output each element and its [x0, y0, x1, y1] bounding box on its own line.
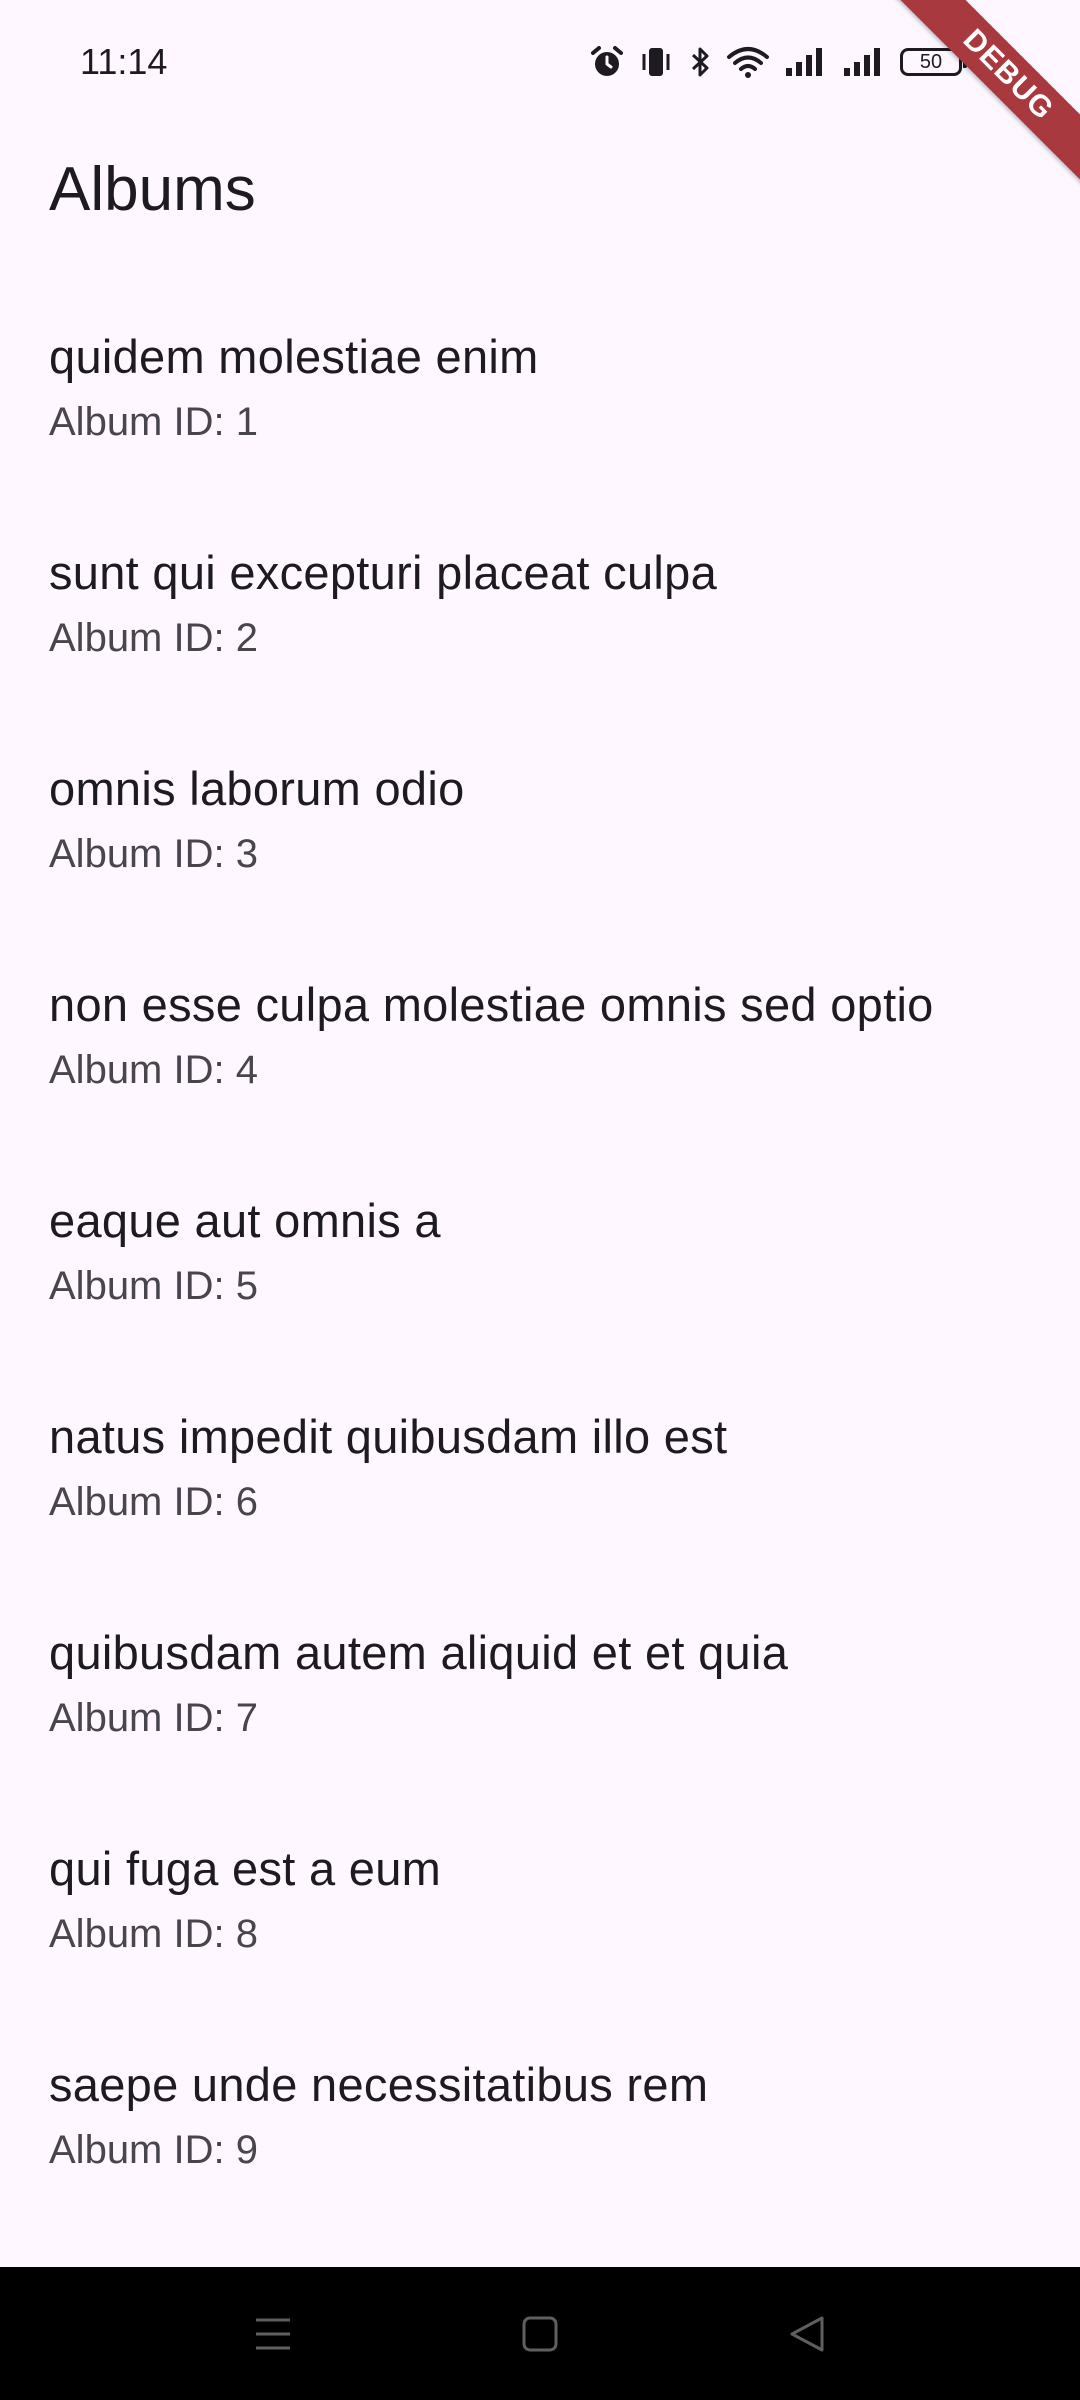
navigation-bar: [0, 2267, 1080, 2400]
screen: 11:14 50 DEBUG Albums quidem molestiae e…: [0, 0, 1080, 2400]
album-title: eaque aut omnis a: [49, 1194, 441, 1247]
album-title: quibusdam autem aliquid et et quia: [49, 1626, 789, 1679]
album-title: qui fuga est a eum: [49, 1842, 442, 1895]
album-id-label: Album ID: 4: [49, 1048, 258, 1092]
list-item[interactable]: natus impedit quibusdam illo est Album I…: [0, 1370, 1080, 1586]
app-bar: Albums: [0, 124, 1080, 264]
list-item[interactable]: non esse culpa molestiae omnis sed optio…: [0, 938, 1080, 1154]
back-icon[interactable]: [777, 2307, 837, 2361]
page-title: Albums: [49, 155, 256, 224]
list-item[interactable]: qui fuga est a eum Album ID: 8: [0, 1802, 1080, 2018]
album-title: omnis laborum odio: [49, 762, 465, 815]
album-id-label: Album ID: 5: [49, 1264, 258, 1308]
status-bar: 11:14 50: [0, 0, 1080, 124]
album-id-label: Album ID: 8: [49, 1912, 258, 1956]
album-title: quidem molestiae enim: [49, 330, 539, 383]
list-item[interactable]: quidem molestiae enim Album ID: 1: [0, 290, 1080, 506]
list-item[interactable]: eaque aut omnis a Album ID: 5: [0, 1154, 1080, 1370]
vibrate-icon: [638, 44, 674, 80]
album-title: natus impedit quibusdam illo est: [49, 1410, 728, 1463]
album-id-label: Album ID: 2: [49, 616, 258, 660]
album-title: sunt qui excepturi placeat culpa: [49, 546, 718, 599]
album-title: non esse culpa molestiae omnis sed optio: [49, 978, 934, 1031]
battery-level: 50: [919, 51, 943, 73]
album-id-label: Album ID: 3: [49, 832, 258, 876]
album-id-label: Album ID: 6: [49, 1480, 258, 1524]
home-icon[interactable]: [510, 2307, 570, 2361]
alarm-icon: [590, 45, 624, 79]
album-id-label: Album ID: 9: [49, 2128, 258, 2172]
album-id-label: Album ID: 1: [49, 400, 258, 444]
album-title: saepe unde necessitatibus rem: [49, 2058, 709, 2111]
status-time: 11:14: [80, 41, 168, 82]
menu-icon[interactable]: [243, 2307, 303, 2361]
status-icons: 50: [590, 40, 996, 84]
list-item[interactable]: quibusdam autem aliquid et et quia Album…: [0, 1586, 1080, 1802]
signal-icon: [784, 46, 828, 78]
list-item[interactable]: saepe unde necessitatibus rem Album ID: …: [0, 2018, 1080, 2234]
list-item[interactable]: sunt qui excepturi placeat culpa Album I…: [0, 506, 1080, 722]
album-list: quidem molestiae enim Album ID: 1 sunt q…: [0, 290, 1080, 2234]
wifi-icon: [726, 44, 770, 80]
album-id-label: Album ID: 7: [49, 1696, 258, 1740]
bluetooth-icon: [688, 44, 712, 80]
list-item[interactable]: omnis laborum odio Album ID: 3: [0, 722, 1080, 938]
signal-icon: [842, 46, 886, 78]
